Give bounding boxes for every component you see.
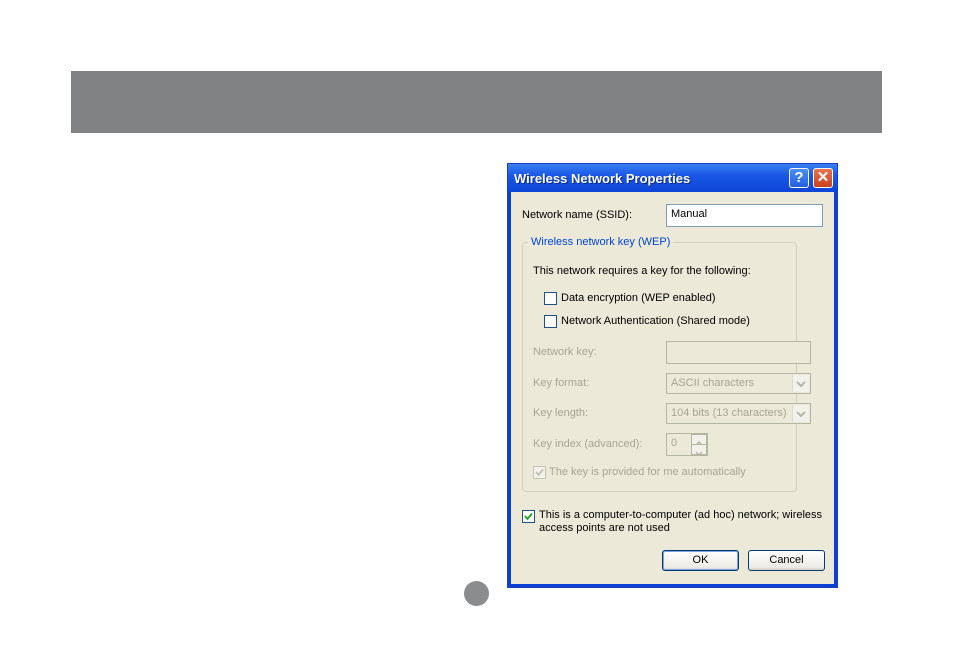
- key-format-label: Key format:: [533, 377, 590, 389]
- dialog-client-area: Network name (SSID): Manual Wireless net…: [511, 192, 834, 584]
- network-key-input[interactable]: [666, 341, 811, 364]
- key-format-select[interactable]: ASCII characters: [666, 373, 811, 394]
- close-button[interactable]: ✕: [813, 168, 833, 188]
- wireless-network-properties-dialog: Wireless Network Properties ? ✕ Network …: [507, 163, 838, 588]
- chevron-down-icon: [796, 381, 806, 388]
- network-key-label: Network key:: [533, 346, 597, 358]
- network-auth-checkbox[interactable]: [544, 315, 557, 328]
- key-index-label: Key index (advanced):: [533, 438, 643, 450]
- network-auth-label[interactable]: Network Authentication (Shared mode): [561, 315, 750, 327]
- dialog-title: Wireless Network Properties: [514, 171, 691, 186]
- cancel-button[interactable]: Cancel: [748, 550, 825, 571]
- ssid-value: Manual: [671, 208, 708, 220]
- checkmark-icon: [524, 512, 533, 521]
- ssid-input[interactable]: Manual: [666, 204, 823, 227]
- auto-key-checkbox[interactable]: [533, 466, 546, 479]
- key-index-spin-down[interactable]: [691, 444, 707, 457]
- close-icon: ✕: [816, 169, 830, 186]
- key-length-select[interactable]: 104 bits (13 characters): [666, 403, 811, 424]
- page-number-dot: [464, 581, 489, 606]
- adhoc-checkbox[interactable]: [522, 510, 535, 523]
- adhoc-label-line2[interactable]: access points are not used: [539, 522, 670, 534]
- help-button[interactable]: ?: [789, 168, 809, 188]
- wep-group-title: Wireless network key (WEP): [528, 236, 674, 248]
- data-encryption-label[interactable]: Data encryption (WEP enabled): [561, 292, 716, 304]
- chevron-down-icon: [796, 411, 806, 418]
- checkmark-icon: [535, 468, 544, 477]
- key-index-value: 0: [671, 437, 678, 449]
- data-encryption-checkbox[interactable]: [544, 292, 557, 305]
- key-length-dropdown-button[interactable]: [792, 405, 809, 422]
- key-format-value: ASCII characters: [671, 377, 755, 389]
- key-length-label: Key length:: [533, 407, 589, 419]
- requires-key-text: This network requires a key for the foll…: [533, 265, 751, 277]
- help-icon: ?: [794, 169, 804, 186]
- ok-button[interactable]: OK: [662, 550, 739, 571]
- spin-down-icon: [695, 451, 703, 457]
- key-format-dropdown-button[interactable]: [792, 375, 809, 392]
- auto-key-label: The key is provided for me automatically: [549, 466, 746, 478]
- page-header-bar: [71, 71, 882, 133]
- key-length-value: 104 bits (13 characters): [671, 407, 787, 419]
- ssid-label: Network name (SSID):: [522, 209, 633, 221]
- wep-groupbox: [522, 242, 797, 492]
- adhoc-label-line1[interactable]: This is a computer-to-computer (ad hoc) …: [539, 509, 822, 521]
- dialog-titlebar[interactable]: Wireless Network Properties ? ✕: [508, 164, 837, 192]
